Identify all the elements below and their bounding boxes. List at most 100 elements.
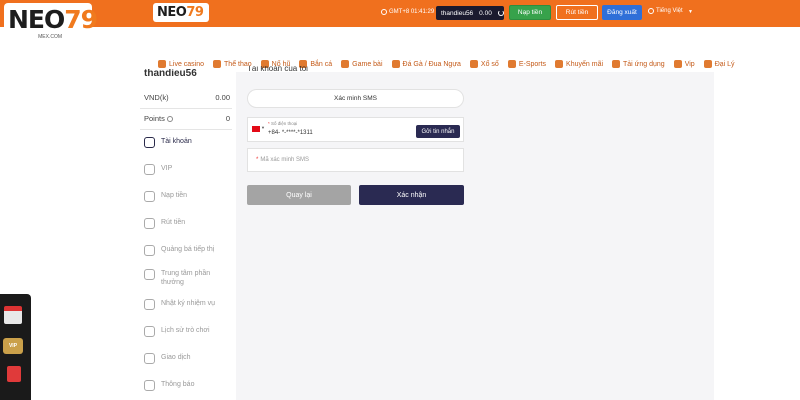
sms-code-input[interactable]: * Mã xác minh SMS — [247, 148, 464, 172]
nav-item-live-casino[interactable]: Live casino — [158, 60, 204, 68]
currency-balance-row: VND(k) 0.00 — [144, 93, 230, 102]
nav-item-cockfight[interactable]: Đá Gà / Đua Ngựa — [391, 60, 461, 68]
currency-value: 0.00 — [215, 93, 230, 102]
phone-value: +84- *-****-*1311 — [268, 130, 313, 136]
sidebar-item-label: Nạp tiền — [161, 192, 188, 199]
nav-label: Tải ứng dụng — [623, 60, 665, 68]
mail-icon — [144, 380, 155, 391]
vip-badge-icon[interactable]: VIP — [3, 338, 23, 354]
clock-icon — [381, 9, 387, 15]
deposit-icon — [144, 191, 155, 202]
sidebar-item-label: Trung tâm phần thưởng — [161, 270, 211, 286]
nav-label: Game bài — [352, 60, 383, 68]
points-label: Points — [144, 114, 165, 123]
sidebar-item-withdraw[interactable]: Rút tiền — [144, 218, 185, 229]
nav-item-download-app[interactable]: Tải ứng dụng — [612, 60, 665, 68]
ball-icon — [213, 60, 222, 68]
sidebar-item-label: Quảng bá tiếp thị — [161, 246, 215, 253]
sidebar-item-rewards[interactable]: Trung tâm phần thưởng — [144, 269, 223, 287]
back-button[interactable]: Quay lại — [247, 185, 351, 205]
nav-item-card-games[interactable]: Game bài — [341, 60, 383, 68]
nav-label: Bắn cá — [310, 60, 333, 68]
nav-label: Khuyến mãi — [566, 60, 604, 68]
nav-label: Xổ số — [480, 60, 499, 68]
logout-button[interactable]: Đăng xuất — [602, 5, 642, 20]
red-envelope-icon[interactable] — [7, 366, 21, 382]
vip-icon — [144, 164, 155, 175]
currency-label: VND(k) — [144, 93, 169, 102]
country-flag-icon[interactable] — [252, 126, 260, 132]
nav-label: Vip — [684, 60, 695, 68]
send-code-button[interactable]: Gởi tin nhắn — [416, 125, 460, 138]
sidebar-item-marketing[interactable]: Quảng bá tiếp thị — [144, 245, 214, 256]
nav-item-lottery[interactable]: Xổ số — [469, 60, 499, 68]
phone-field[interactable]: ▼ * Số điện thoại +84- *-****-*1311 Gởi … — [247, 117, 464, 142]
sms-verification-tab[interactable]: Xác minh SMS — [247, 89, 464, 108]
withdraw-button[interactable]: Rút tiền — [556, 5, 598, 20]
user-balance-pill[interactable]: thandieu56 0.00 — [436, 6, 504, 20]
nav-item-vip[interactable]: Vip — [673, 60, 695, 68]
sidebar-item-account[interactable]: Tài khoản — [144, 137, 192, 148]
cards-icon — [341, 60, 350, 68]
sidebar-username: thandieu56 — [144, 69, 197, 78]
history-icon — [144, 326, 155, 337]
nav-item-sports[interactable]: Thể thao — [213, 60, 252, 68]
gift-icon — [555, 60, 564, 68]
dice-icon — [158, 60, 166, 68]
chevron-down-icon[interactable]: ▼ — [261, 125, 265, 130]
points-row: Points 0 — [144, 114, 230, 123]
nav-label: Đá Gà / Đua Ngựa — [402, 60, 461, 68]
main-nav: Live casino Thể thao Nổ hũ Bắn cá Game b… — [158, 57, 735, 71]
gift-box-icon — [144, 269, 155, 280]
deposit-button[interactable]: Nạp tiền — [509, 5, 551, 20]
vip-badge-label: VIP — [8, 343, 18, 349]
brand-logo-sub: MEX.COM — [38, 34, 62, 40]
brand-logo[interactable]: NEO79 MEX.COM — [4, 3, 98, 43]
nav-item-esports[interactable]: E-Sports — [507, 60, 547, 68]
user-shield-icon — [144, 137, 155, 148]
nav-item-promotions[interactable]: Khuyến mãi — [555, 60, 603, 68]
sidebar-item-label: Thông báo — [161, 381, 195, 388]
calendar-icon[interactable] — [4, 306, 22, 324]
header-balance: 0.00 — [479, 9, 492, 17]
nav-label: E-Sports — [518, 60, 547, 68]
chevron-down-icon[interactable]: ▼ — [688, 9, 693, 15]
rooster-icon — [391, 60, 400, 68]
header-logo-text: NEO79 — [157, 5, 204, 20]
sidebar-item-notifications[interactable]: Thông báo — [144, 380, 194, 391]
nav-label: Live casino — [169, 60, 205, 68]
gamepad-icon — [507, 60, 516, 68]
floating-dock: VIP — [0, 294, 31, 400]
brand-logo-text: NEO79 — [8, 5, 98, 34]
nav-item-agent[interactable]: Đại Lý — [703, 60, 735, 68]
language-selector[interactable]: Tiếng Việt — [648, 8, 683, 14]
refresh-icon[interactable] — [497, 10, 504, 16]
phone-icon — [612, 60, 621, 68]
sidebar-item-label: Nhật ký nhiệm vụ — [161, 300, 216, 307]
withdraw-icon — [144, 218, 155, 229]
sidebar-item-game-history[interactable]: Lịch sử trò chơi — [144, 326, 210, 337]
confirm-button[interactable]: Xác nhận — [359, 185, 464, 205]
sidebar-item-task-log[interactable]: Nhật ký nhiệm vụ — [144, 299, 215, 310]
agent-icon — [703, 60, 712, 68]
info-icon[interactable] — [166, 116, 173, 123]
header-logo[interactable]: NEO79 — [153, 3, 209, 22]
server-clock: GMT+8 01:41:29 — [381, 9, 434, 15]
task-icon — [144, 299, 155, 310]
megaphone-icon — [144, 245, 155, 256]
sidebar-item-vip[interactable]: VIP — [144, 164, 172, 175]
lottery-icon — [469, 60, 478, 68]
nav-label: Đại Lý — [714, 60, 735, 68]
sidebar-item-deposit[interactable]: Nạp tiền — [144, 191, 187, 202]
sms-code-placeholder: Mã xác minh SMS — [260, 157, 310, 163]
sidebar-item-label: Lịch sử trò chơi — [161, 327, 210, 334]
sidebar-item-label: Rút tiền — [161, 219, 186, 226]
transaction-icon — [144, 353, 155, 364]
header-username: thandieu56 — [441, 9, 474, 17]
rocket-icon — [673, 60, 682, 68]
section-title: Tài khoản của tôi — [247, 66, 308, 73]
sidebar-item-label: Giao dịch — [161, 354, 191, 361]
sidebar-item-transactions[interactable]: Giao dịch — [144, 353, 191, 364]
points-value: 0 — [225, 114, 230, 123]
globe-icon — [648, 8, 654, 14]
